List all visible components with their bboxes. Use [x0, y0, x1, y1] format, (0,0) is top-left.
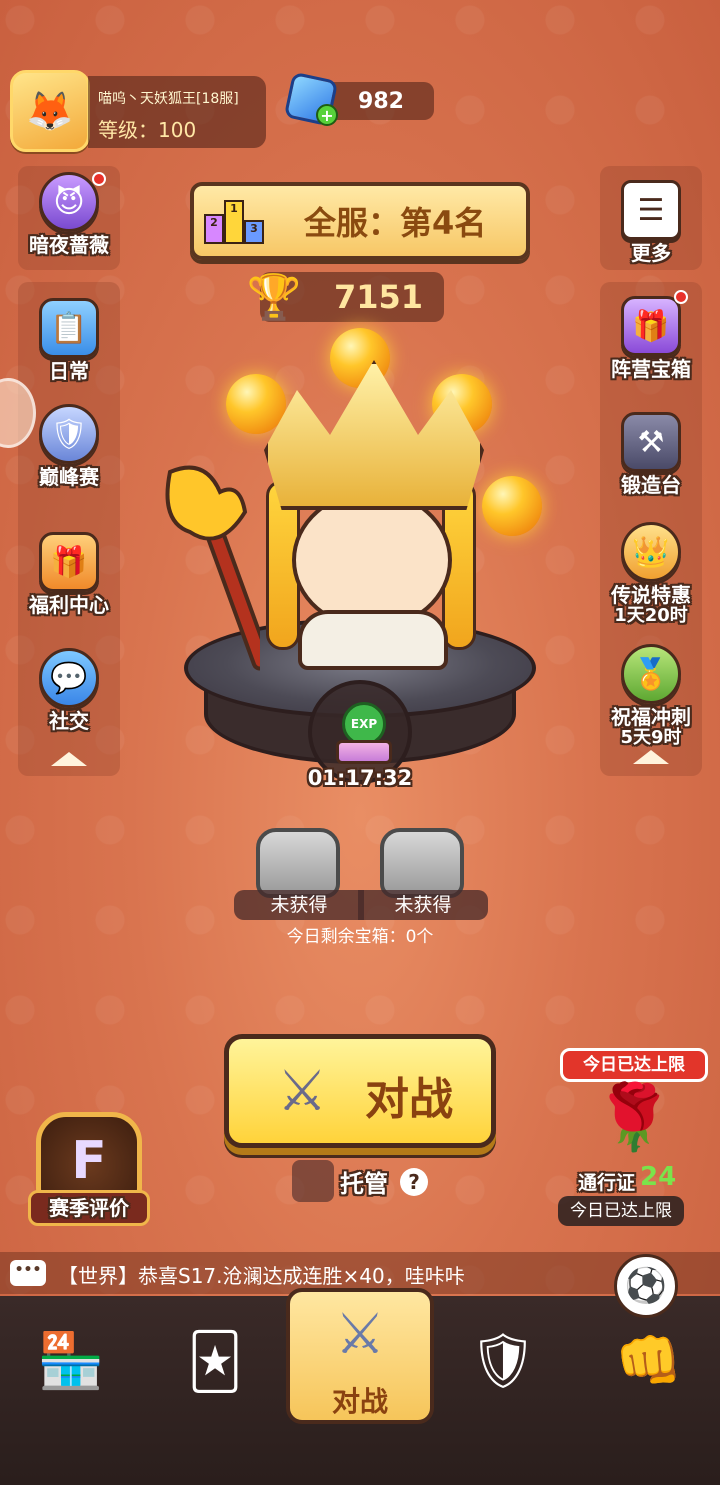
- podium-icon: 2 1 3: [204, 198, 266, 244]
- golden-staff: [165, 465, 260, 671]
- battle-button[interactable]: ⚔ 对战: [224, 1034, 496, 1148]
- rank-title: 全服：第4名: [304, 204, 487, 242]
- pass-limit-badge: 今日已达上限: [560, 1048, 708, 1082]
- nav-battle-tab[interactable]: ⚔ 对战: [286, 1288, 434, 1424]
- player-avatar[interactable]: 🦊: [10, 70, 90, 152]
- camp-chest-icon: 🎁: [621, 296, 681, 356]
- more-label: 更多: [631, 241, 671, 265]
- anvil-icon: ⚒: [621, 412, 681, 472]
- collapse-right-menu-button[interactable]: [633, 750, 669, 764]
- soccer-ball-icon[interactable]: ⚽: [614, 1254, 678, 1318]
- hero-event-label: 暗夜蔷薇: [29, 233, 109, 257]
- rose-hero-icon: 😈: [39, 172, 99, 232]
- pass-label: 通行证: [578, 1172, 636, 1194]
- clipboard-icon: 📋: [39, 298, 99, 358]
- legend-offer-button[interactable]: 👑 传说特惠 1天20时: [601, 522, 701, 626]
- chat-message: 【世界】恭喜S17.沧澜达成连胜×40，哇咔咔: [58, 1264, 465, 1288]
- chat-bubble-icon: •••: [10, 1260, 46, 1286]
- blessing-sprint-button[interactable]: 🏅 祝福冲刺 5天9时: [601, 644, 701, 748]
- help-icon[interactable]: ?: [400, 1168, 428, 1196]
- notification-dot: [674, 290, 688, 304]
- blessing-medal-icon: 🏅: [621, 644, 681, 704]
- hero-robe: [298, 610, 448, 670]
- avatar-icon: 🦊: [26, 88, 74, 133]
- gift-cards-icon: 🎁: [39, 532, 99, 592]
- hero-character[interactable]: [234, 340, 504, 670]
- social-label: 社交: [49, 709, 89, 733]
- peak-match-label: 巅峰赛: [39, 465, 99, 489]
- shop-icon[interactable]: 🏪: [16, 1306, 126, 1416]
- battle-label: 对战: [365, 1074, 453, 1125]
- hero-face: [292, 490, 452, 630]
- add-gems-button[interactable]: +: [316, 104, 338, 126]
- more-button[interactable]: ☰ 更多: [601, 180, 701, 264]
- crossed-swords-icon: ⚔: [277, 1059, 328, 1124]
- menu-list-icon: ☰: [621, 180, 681, 240]
- legend-hero-icon: 👑: [621, 522, 681, 582]
- nav-battle-label: 对战: [331, 1385, 388, 1418]
- remaining-chests-text: 今日剩余宝箱：0个: [286, 927, 434, 947]
- blessing-sprint-label: 祝福冲刺: [611, 705, 691, 729]
- gem-count: 982: [358, 88, 404, 114]
- legend-offer-timer: 1天20时: [614, 605, 688, 626]
- daily-button[interactable]: 📋 日常: [19, 298, 119, 382]
- hero-crown: [264, 360, 484, 510]
- auto-label: 托管: [340, 1170, 388, 1198]
- welfare-center-button[interactable]: 🎁 福利中心: [19, 532, 119, 616]
- daily-label: 日常: [49, 359, 89, 383]
- chest-slot-1[interactable]: [256, 828, 340, 898]
- chest-slot-2[interactable]: [380, 828, 464, 898]
- cards-icon[interactable]: 🃏: [160, 1306, 270, 1416]
- peak-badge-icon: 🛡: [39, 404, 99, 464]
- battle-swords-icon: ⚔: [334, 1302, 386, 1367]
- forge-button[interactable]: ⚒ 锻造台: [601, 412, 701, 496]
- season-rating-label[interactable]: 赛季评价: [28, 1190, 150, 1226]
- notification-dot: [92, 172, 106, 186]
- exp-cake-icon: [336, 740, 392, 764]
- blessing-sprint-timer: 5天9时: [620, 727, 682, 748]
- player-info[interactable]: 喵呜丶天妖狐王[18服] 等级：100: [88, 76, 266, 148]
- social-button[interactable]: 💬 社交: [19, 648, 119, 732]
- trophy-value: 7151: [334, 278, 424, 316]
- rose-pass-icon[interactable]: 🌹: [592, 1080, 676, 1166]
- legend-offer-label: 传说特惠: [611, 583, 691, 607]
- camp-chest-button[interactable]: 🎁 阵营宝箱: [601, 296, 701, 380]
- forge-label: 锻造台: [621, 473, 681, 497]
- auto-checkbox[interactable]: [292, 1160, 334, 1202]
- pass-level: 24: [640, 1162, 677, 1192]
- player-level: 等级：100: [98, 118, 197, 142]
- pass-limit-text: 今日已达上限: [558, 1196, 684, 1226]
- chat-face-icon: 💬: [39, 648, 99, 708]
- chest-status-1: 未获得: [234, 890, 364, 920]
- collapse-left-menu-button[interactable]: [51, 752, 87, 766]
- camp-chest-label: 阵营宝箱: [611, 357, 691, 381]
- season-grade: F: [71, 1131, 107, 1191]
- clan-shield-icon[interactable]: 🛡: [448, 1306, 558, 1416]
- welfare-center-label: 福利中心: [29, 593, 109, 617]
- exp-timer: 01:17:32: [307, 766, 413, 790]
- fist-icon[interactable]: 👊: [594, 1306, 704, 1416]
- trophy-icon: 🏆: [246, 272, 302, 323]
- chest-status-2: 未获得: [358, 890, 488, 920]
- hero-event-button[interactable]: 😈 暗夜蔷薇: [19, 172, 119, 256]
- player-name: 喵呜丶天妖狐王[18服]: [98, 91, 239, 107]
- gem-counter[interactable]: 982: [328, 82, 434, 120]
- rank-banner[interactable]: 2 1 3 全服：第4名: [190, 182, 530, 260]
